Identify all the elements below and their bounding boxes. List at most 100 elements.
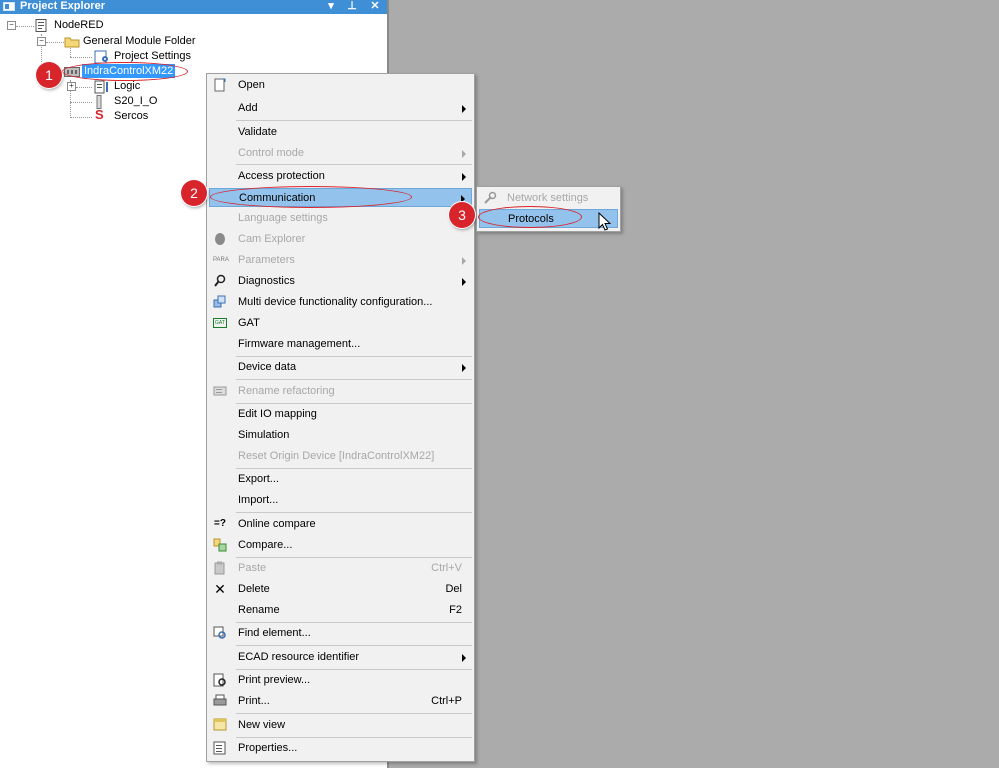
paste-icon bbox=[213, 561, 227, 575]
menu-separator bbox=[236, 379, 472, 380]
menu-separator bbox=[236, 713, 472, 714]
menu-item-add[interactable]: Add bbox=[209, 99, 472, 118]
menu-item-compare[interactable]: Compare... bbox=[209, 536, 472, 555]
panel-title-bar: Project Explorer ▾ ⊥ ✕ bbox=[0, 0, 387, 14]
tree-line bbox=[70, 57, 92, 58]
folder-icon bbox=[64, 35, 80, 48]
menu-item-find-element[interactable]: Find element... bbox=[209, 624, 472, 643]
online-compare-icon: =? bbox=[214, 518, 226, 529]
menu-item-reset-origin-device: Reset Origin Device [IndraControlXM22] bbox=[238, 450, 435, 462]
menu-item-parameters: PARA Parameters bbox=[209, 251, 472, 270]
panel-title: Project Explorer bbox=[20, 0, 105, 12]
logic-icon bbox=[94, 80, 110, 94]
menu-item-open[interactable]: Open bbox=[209, 76, 472, 95]
menu-separator bbox=[236, 645, 472, 646]
menu-item-cam-explorer: Cam Explorer bbox=[209, 230, 472, 249]
context-menu: Open Add Validate Control mode Access pr… bbox=[206, 73, 475, 762]
menu-separator bbox=[236, 557, 472, 558]
menu-item-access-protection[interactable]: Access protection bbox=[209, 167, 472, 186]
tree-label-general-module-folder: General Module Folder bbox=[83, 35, 196, 47]
menu-separator bbox=[236, 164, 472, 165]
tree-label-root: NodeRED bbox=[54, 19, 104, 31]
open-document-icon bbox=[213, 78, 227, 92]
new-view-icon bbox=[213, 718, 227, 732]
menu-item-device-data[interactable]: Device data bbox=[209, 358, 472, 377]
tree-node-sercos[interactable]: Sercos bbox=[112, 109, 150, 124]
tree-line bbox=[70, 48, 71, 57]
menu-item-multi-device[interactable]: Multi device functionality configuration… bbox=[209, 293, 472, 312]
tree-line bbox=[70, 102, 92, 103]
menu-item-print[interactable]: Print... Ctrl+P bbox=[209, 692, 472, 711]
parameters-icon: PARA bbox=[213, 257, 229, 263]
menu-item-export[interactable]: Export... bbox=[209, 470, 472, 489]
menu-item-paste: Paste Ctrl+V bbox=[209, 559, 472, 578]
menu-separator bbox=[236, 120, 472, 121]
submenu-arrow-icon bbox=[462, 150, 466, 158]
tree-label-sercos: Sercos bbox=[114, 110, 149, 122]
menu-item-delete[interactable]: ✕ Delete Del bbox=[209, 580, 472, 599]
tree-line bbox=[76, 87, 92, 88]
wrench-icon bbox=[483, 191, 497, 205]
tree-label-logic: Logic bbox=[114, 80, 141, 92]
menu-item-rename-refactoring: Rename refactoring bbox=[209, 382, 472, 401]
project-explorer-icon bbox=[3, 2, 15, 11]
menu-item-validate[interactable]: Validate bbox=[209, 123, 472, 142]
compare-icon bbox=[213, 538, 227, 552]
menu-separator bbox=[236, 468, 472, 469]
submenu-arrow-icon bbox=[462, 654, 466, 662]
annotation-badge-1: 1 bbox=[36, 62, 62, 88]
collapse-toggle[interactable]: − bbox=[37, 37, 46, 46]
mouse-cursor-icon bbox=[598, 211, 612, 235]
submenu-item-network-settings: Network settings bbox=[479, 189, 618, 208]
tree-node-general-module-folder[interactable]: General Module Folder bbox=[81, 34, 198, 49]
annotation-ring-device bbox=[62, 62, 188, 81]
menu-item-firmware-management[interactable]: Firmware management... bbox=[209, 335, 472, 354]
collapse-toggle[interactable]: − bbox=[7, 21, 16, 30]
submenu-arrow-icon bbox=[462, 105, 466, 113]
menu-separator bbox=[236, 737, 472, 738]
menu-item-import[interactable]: Import... bbox=[209, 491, 472, 510]
tree-node-io[interactable]: S20_I_O bbox=[112, 94, 159, 109]
menu-item-online-compare[interactable]: =? Online compare bbox=[209, 515, 472, 534]
annotation-ring-communication bbox=[210, 186, 412, 208]
annotation-badge-2: 2 bbox=[181, 180, 207, 206]
menu-separator bbox=[236, 512, 472, 513]
menu-item-rename[interactable]: Rename F2 bbox=[209, 601, 472, 620]
gat-icon: GAT bbox=[213, 318, 227, 328]
menu-item-print-preview[interactable]: Print preview... bbox=[209, 671, 472, 690]
menu-item-properties[interactable]: Properties... bbox=[209, 739, 472, 758]
sercos-icon: S bbox=[95, 107, 104, 122]
menu-item-diagnostics[interactable]: Diagnostics bbox=[209, 272, 472, 291]
tree-node-logic[interactable]: Logic bbox=[112, 79, 142, 94]
tree-line bbox=[70, 117, 92, 118]
submenu-arrow-icon bbox=[462, 278, 466, 286]
tree-line bbox=[46, 42, 64, 43]
tree-line bbox=[16, 26, 34, 27]
annotation-badge-3: 3 bbox=[449, 202, 475, 228]
menu-separator bbox=[236, 622, 472, 623]
cam-icon bbox=[213, 232, 227, 246]
submenu-arrow-icon bbox=[462, 173, 466, 181]
printer-icon bbox=[213, 694, 227, 708]
menu-item-ecad-resource-identifier[interactable]: ECAD resource identifier bbox=[209, 648, 472, 667]
panel-pin-button[interactable]: ⊥ bbox=[344, 0, 360, 14]
project-icon bbox=[35, 19, 49, 32]
tree-label-io: S20_I_O bbox=[114, 95, 158, 107]
panel-dropdown-button[interactable]: ▾ bbox=[323, 0, 339, 14]
menu-item-simulation[interactable]: Simulation bbox=[209, 426, 472, 445]
menu-separator bbox=[236, 669, 472, 670]
delete-x-icon: ✕ bbox=[214, 581, 226, 597]
menu-item-gat[interactable]: GAT GAT bbox=[209, 314, 472, 333]
print-preview-icon bbox=[213, 673, 227, 687]
properties-icon bbox=[213, 741, 227, 755]
panel-close-button[interactable]: ✕ bbox=[367, 0, 383, 14]
expand-toggle[interactable]: + bbox=[67, 82, 76, 91]
menu-separator bbox=[236, 356, 472, 357]
menu-item-new-view[interactable]: New view bbox=[209, 716, 472, 735]
multi-device-icon bbox=[213, 295, 227, 309]
menu-item-edit-io-mapping[interactable]: Edit IO mapping bbox=[209, 405, 472, 424]
find-element-icon bbox=[213, 626, 227, 640]
tree-node-root[interactable]: NodeRED bbox=[52, 18, 106, 33]
menu-separator bbox=[236, 403, 472, 404]
magnifier-icon bbox=[213, 274, 227, 288]
